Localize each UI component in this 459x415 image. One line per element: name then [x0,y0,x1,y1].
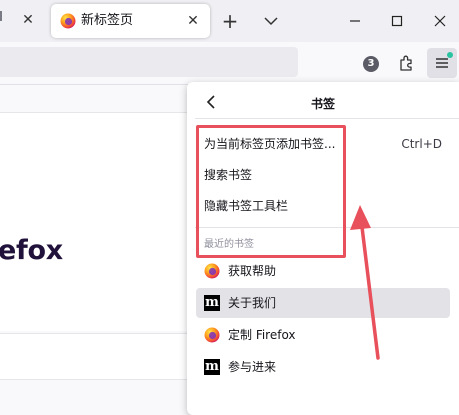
annotation-arrow [350,205,380,360]
